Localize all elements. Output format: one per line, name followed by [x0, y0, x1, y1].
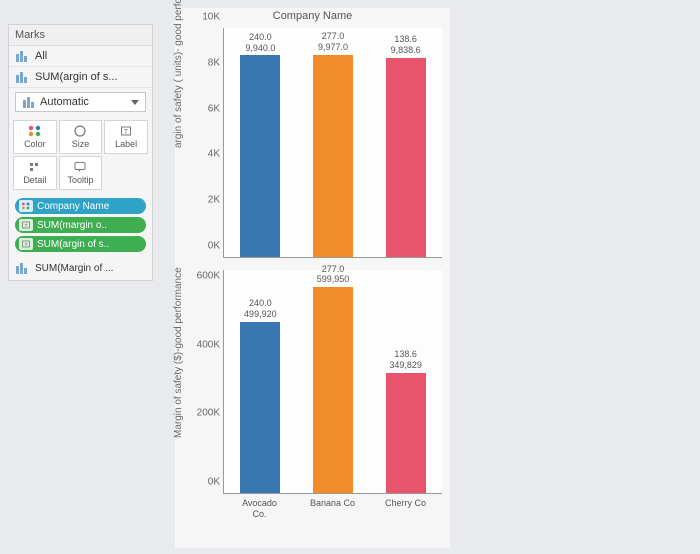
color-icon	[28, 125, 42, 137]
bar-cherry-dollars[interactable]: 138.6349,829	[386, 373, 426, 493]
label-icon: T	[19, 238, 33, 250]
encode-label[interactable]: T Label	[104, 120, 148, 154]
bar-avocado-units[interactable]: 240.09,940.0	[240, 55, 280, 257]
color-icon	[19, 200, 33, 212]
encode-label: Tooltip	[67, 175, 93, 185]
marks-row-sum-margin[interactable]: SUM(Margin of ...	[9, 256, 152, 280]
marks-type-selected: Automatic	[40, 96, 89, 108]
bars-icon	[15, 71, 29, 83]
marks-row-label: SUM(Margin of ...	[35, 263, 113, 274]
ytick: 8K	[186, 57, 220, 68]
ytick: 0K	[186, 477, 220, 488]
chart: Company Name argin of safety ( units)- g…	[175, 8, 450, 548]
pill-sum-margin-o[interactable]: T SUM(margin o..	[15, 217, 146, 233]
encode-label: Label	[115, 139, 137, 149]
x-axis-labels: Avocado Co. Banana Co Cherry Co	[223, 494, 442, 520]
svg-text:T: T	[25, 242, 28, 247]
marks-row-label: SUM(argin of s...	[35, 71, 118, 83]
plot-dollars[interactable]: 600K 400K 200K 0K 240.0499,920 277.0599,…	[223, 270, 442, 494]
label-icon: T	[119, 125, 133, 137]
pill-sum-argin[interactable]: T SUM(argin of s..	[15, 236, 146, 252]
encode-color[interactable]: Color	[13, 120, 57, 154]
marks-row-sum-units[interactable]: SUM(argin of s...	[9, 67, 152, 88]
bar-banana-units[interactable]: 277.09,977.0	[313, 55, 353, 257]
bars-icon	[15, 50, 29, 62]
ytick: 4K	[186, 149, 220, 160]
xlabel: Avocado Co.	[235, 498, 285, 520]
size-icon	[73, 125, 87, 137]
bars-icon	[15, 262, 29, 274]
xlabel: Banana Co	[308, 498, 358, 520]
encode-label: Detail	[23, 175, 46, 185]
encode-size[interactable]: Size	[59, 120, 103, 154]
marks-type-dropdown[interactable]: Automatic	[15, 92, 146, 112]
pill-label: SUM(argin of s..	[37, 239, 109, 250]
marks-header: Marks	[9, 25, 152, 46]
bar-banana-dollars[interactable]: 277.0599,950	[313, 287, 353, 493]
marks-card: Marks All SUM(argin of s... Automatic Co…	[8, 24, 153, 281]
ytick: 400K	[186, 339, 220, 350]
encoding-pills: Company Name T SUM(margin o.. T SUM(argi…	[9, 194, 152, 256]
bars-icon	[22, 96, 36, 108]
bar-cherry-units[interactable]: 138.69,838.6	[386, 58, 426, 257]
plot-units[interactable]: 10K 8K 6K 4K 2K 0K 240.09,940.0 277.09,9…	[223, 28, 442, 258]
xlabel: Cherry Co	[381, 498, 431, 520]
pill-label: Company Name	[37, 201, 109, 212]
label-icon: T	[19, 219, 33, 231]
y-axis-title-bottom: Margin of safety ($)-good performance	[173, 267, 184, 438]
encode-label: Color	[24, 139, 46, 149]
svg-text:T: T	[124, 129, 129, 136]
y-axis-title-top: argin of safety ( units)- good performan…	[173, 0, 184, 148]
tooltip-icon	[73, 161, 87, 173]
pill-label: SUM(margin o..	[37, 220, 107, 231]
chevron-down-icon	[131, 100, 139, 105]
encode-detail[interactable]: Detail	[13, 156, 57, 190]
ytick: 2K	[186, 195, 220, 206]
encode-label: Size	[72, 139, 90, 149]
ytick: 600K	[186, 271, 220, 282]
bar-avocado-dollars[interactable]: 240.0499,920	[240, 322, 280, 493]
ytick: 6K	[186, 103, 220, 114]
marks-row-all[interactable]: All	[9, 46, 152, 67]
marks-row-label: All	[35, 50, 47, 62]
ytick: 200K	[186, 408, 220, 419]
ytick: 0K	[186, 241, 220, 252]
svg-text:T: T	[25, 223, 28, 228]
encoding-grid: Color Size T Label Detail Tooltip	[9, 116, 152, 194]
detail-icon	[28, 161, 42, 173]
encode-tooltip[interactable]: Tooltip	[59, 156, 103, 190]
pill-company-name[interactable]: Company Name	[15, 198, 146, 214]
ytick: 10K	[186, 12, 220, 23]
